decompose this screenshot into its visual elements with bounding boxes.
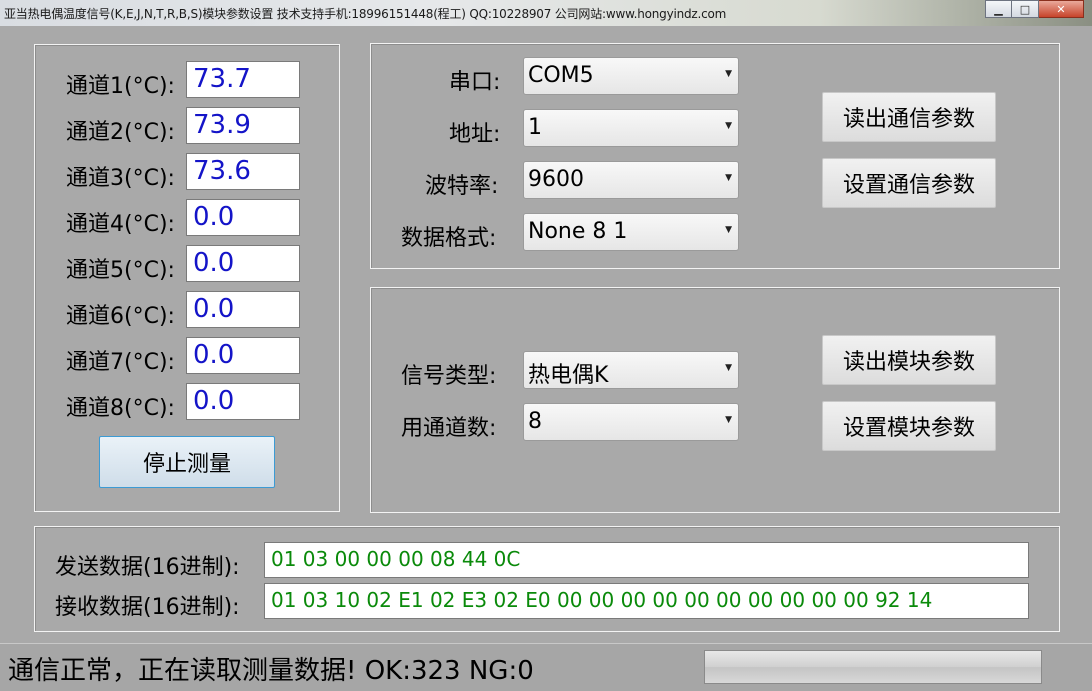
channel-2-value: 73.9 bbox=[186, 107, 300, 144]
chevron-down-icon: ▼ bbox=[725, 121, 732, 131]
channel-1-label: 通道1(°C): bbox=[66, 74, 175, 99]
format-select[interactable]: None 8 1 ▼ bbox=[523, 213, 739, 251]
maximize-icon: □ bbox=[1019, 2, 1031, 16]
baud-select[interactable]: 9600 ▼ bbox=[523, 161, 739, 199]
format-label: 数据格式: bbox=[401, 226, 497, 251]
comm-params-group: 串口: COM5 ▼ 地址: 1 ▼ 波特率: 9600 ▼ 数据格式: Non… bbox=[370, 43, 1060, 269]
channel-7-value: 0.0 bbox=[186, 337, 300, 374]
channel-2-label: 通道2(°C): bbox=[66, 120, 175, 145]
channel-count-select-value: 8 bbox=[528, 409, 542, 434]
receive-data-field[interactable]: 01 03 10 02 E1 02 E3 02 E0 00 00 00 00 0… bbox=[264, 583, 1029, 619]
channel-4-label: 通道4(°C): bbox=[66, 212, 175, 237]
channel-5-label: 通道5(°C): bbox=[66, 258, 175, 283]
chevron-down-icon: ▼ bbox=[725, 225, 732, 235]
chevron-down-icon: ▼ bbox=[725, 363, 732, 373]
window-title: 亚当热电偶温度信号(K,E,J,N,T,R,B,S)模块参数设置 技术支持手机:… bbox=[4, 7, 727, 21]
progress-bar bbox=[704, 650, 1042, 684]
set-module-params-button[interactable]: 设置模块参数 bbox=[822, 401, 996, 451]
set-comm-params-button[interactable]: 设置通信参数 bbox=[822, 158, 996, 208]
chevron-down-icon: ▼ bbox=[725, 173, 732, 183]
channel-count-select[interactable]: 8 ▼ bbox=[523, 403, 739, 441]
module-params-group: 信号类型: 热电偶K ▼ 用通道数: 8 ▼ 读出模块参数 设置模块参数 bbox=[370, 287, 1060, 513]
chevron-down-icon: ▼ bbox=[725, 415, 732, 425]
stop-measure-button[interactable]: 停止测量 bbox=[99, 436, 275, 488]
minimize-icon: ▁ bbox=[994, 2, 1003, 16]
send-data-field[interactable]: 01 03 00 00 00 08 44 0C bbox=[264, 542, 1029, 578]
channel-3-value: 73.6 bbox=[186, 153, 300, 190]
channel-8-value: 0.0 bbox=[186, 383, 300, 420]
minimize-button[interactable]: ▁ bbox=[985, 0, 1012, 18]
address-label: 地址: bbox=[449, 122, 501, 147]
address-select-value: 1 bbox=[528, 115, 542, 140]
signal-type-select-value: 热电偶K bbox=[528, 363, 609, 388]
close-button[interactable]: ✕ bbox=[1039, 0, 1084, 18]
maximize-button[interactable]: □ bbox=[1012, 0, 1039, 18]
port-label: 串口: bbox=[449, 70, 501, 95]
channel-7-label: 通道7(°C): bbox=[66, 350, 175, 375]
port-select-value: COM5 bbox=[528, 63, 594, 88]
chevron-down-icon: ▼ bbox=[725, 69, 732, 79]
baud-select-value: 9600 bbox=[528, 167, 584, 192]
window-controls: ▁ □ ✕ bbox=[985, 0, 1084, 19]
title-bar: 亚当热电偶温度信号(K,E,J,N,T,R,B,S)模块参数设置 技术支持手机:… bbox=[0, 0, 1092, 26]
address-select[interactable]: 1 ▼ bbox=[523, 109, 739, 147]
baud-label: 波特率: bbox=[425, 174, 499, 199]
channel-6-label: 通道6(°C): bbox=[66, 304, 175, 329]
signal-type-label: 信号类型: bbox=[401, 364, 497, 389]
channel-4-value: 0.0 bbox=[186, 199, 300, 236]
channel-count-label: 用通道数: bbox=[401, 416, 497, 441]
receive-data-label: 接收数据(16进制): bbox=[55, 595, 240, 620]
format-select-value: None 8 1 bbox=[528, 219, 628, 244]
status-message: 通信正常，正在读取测量数据! OK:323 NG:0 bbox=[8, 656, 534, 686]
signal-type-select[interactable]: 热电偶K ▼ bbox=[523, 351, 739, 389]
hex-data-group: 发送数据(16进制): 01 03 00 00 00 08 44 0C 接收数据… bbox=[34, 526, 1060, 632]
channel-3-label: 通道3(°C): bbox=[66, 166, 175, 191]
send-data-label: 发送数据(16进制): bbox=[55, 555, 240, 580]
status-bar: 通信正常，正在读取测量数据! OK:323 NG:0 bbox=[0, 643, 1092, 691]
channel-1-value: 73.7 bbox=[186, 61, 300, 98]
read-module-params-button[interactable]: 读出模块参数 bbox=[822, 335, 996, 385]
port-select[interactable]: COM5 ▼ bbox=[523, 57, 739, 95]
close-icon: ✕ bbox=[1056, 2, 1066, 16]
channel-6-value: 0.0 bbox=[186, 291, 300, 328]
channel-5-value: 0.0 bbox=[186, 245, 300, 282]
channels-group: 通道1(°C): 73.7 通道2(°C): 73.9 通道3(°C): 73.… bbox=[34, 44, 340, 512]
channel-8-label: 通道8(°C): bbox=[66, 396, 175, 421]
read-comm-params-button[interactable]: 读出通信参数 bbox=[822, 92, 996, 142]
